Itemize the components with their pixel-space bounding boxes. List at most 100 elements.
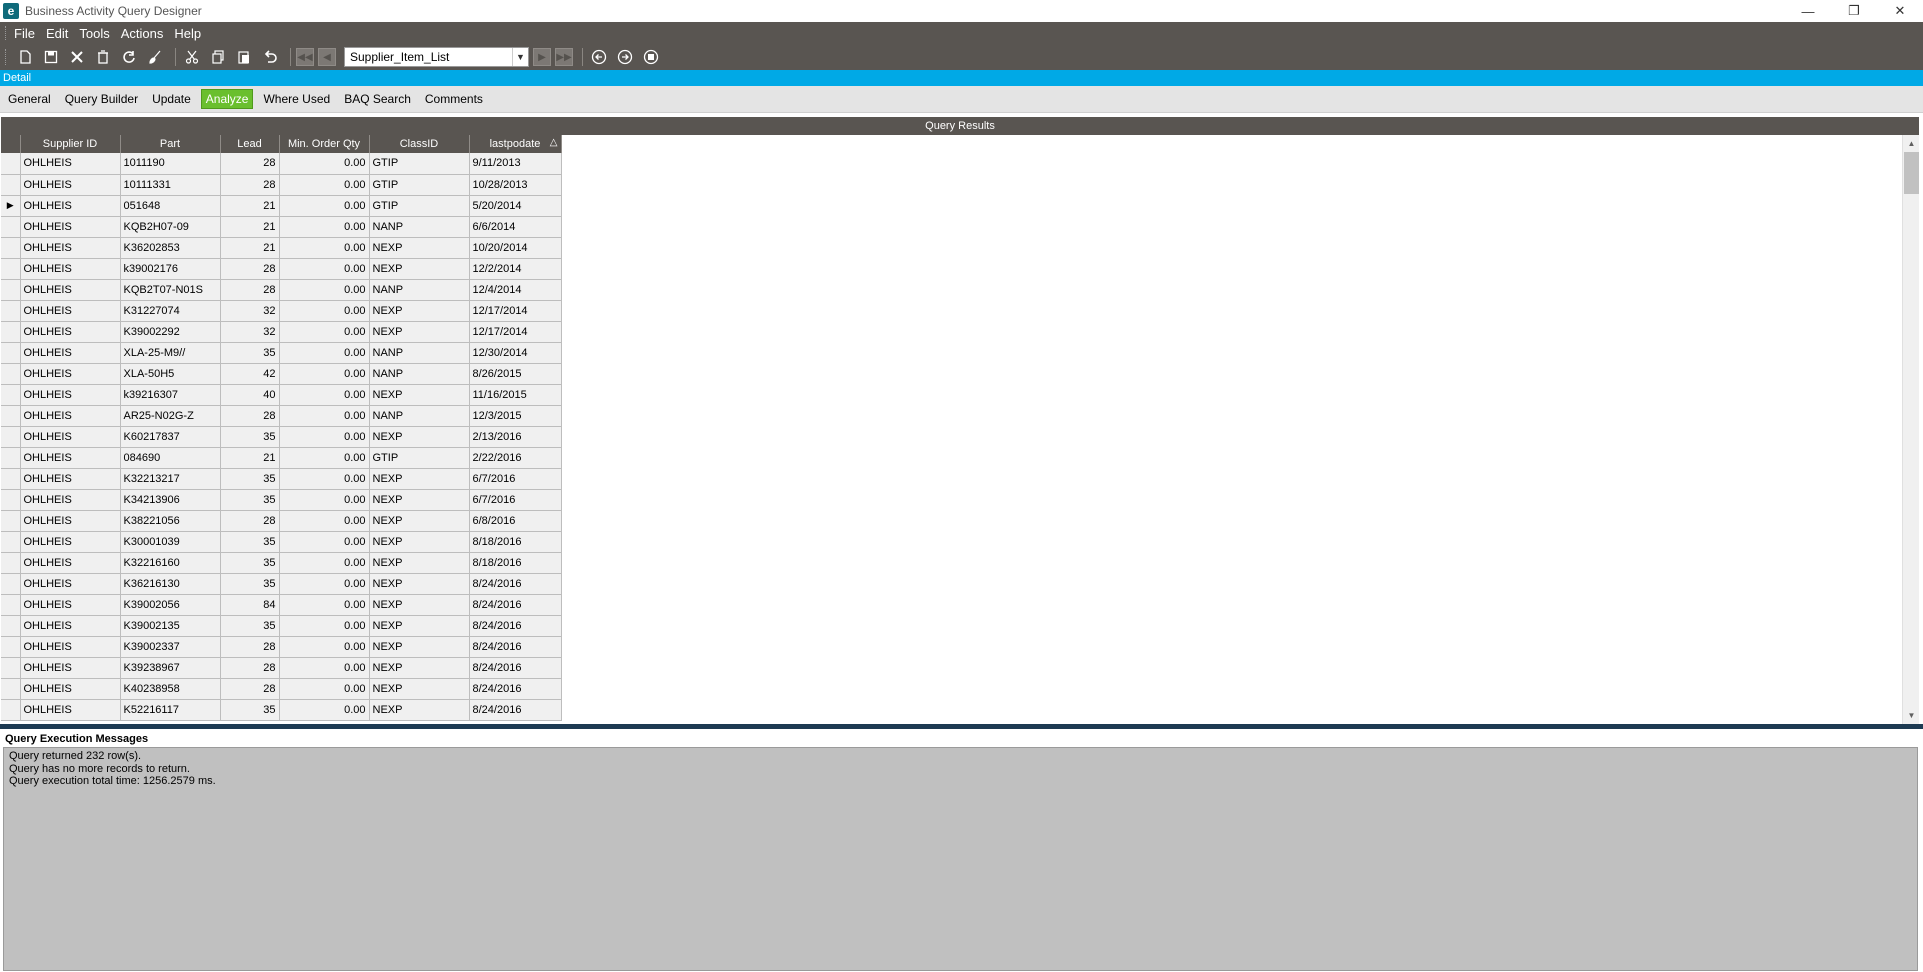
cell-lead[interactable]: 35 xyxy=(220,615,280,637)
cell-supplier-id[interactable]: OHLHEIS xyxy=(20,279,121,301)
cell-supplier-id[interactable]: OHLHEIS xyxy=(20,594,121,616)
cell-supplier-id[interactable]: OHLHEIS xyxy=(20,510,121,532)
table-row[interactable]: OHLHEIS KQB2T07-N01S 28 0.00 NANP 12/4/2014 xyxy=(1,279,562,301)
scroll-up-icon[interactable]: ▲ xyxy=(1903,135,1919,152)
cell-part[interactable]: K38221056 xyxy=(120,510,221,532)
cell-supplier-id[interactable]: OHLHEIS xyxy=(20,489,121,511)
column-header-min-order-qty[interactable]: Min. Order Qty xyxy=(279,135,370,153)
cell-part[interactable]: KQB2H07-09 xyxy=(120,216,221,238)
cell-min-order-qty[interactable]: 0.00 xyxy=(279,279,370,301)
cell-lead[interactable]: 32 xyxy=(220,321,280,343)
cell-lastpodate[interactable]: 6/7/2016 xyxy=(469,489,562,511)
table-row[interactable]: OHLHEIS KQB2H07-09 21 0.00 NANP 6/6/2014 xyxy=(1,216,562,238)
cell-lastpodate[interactable]: 6/8/2016 xyxy=(469,510,562,532)
cell-lastpodate[interactable]: 12/17/2014 xyxy=(469,321,562,343)
cell-lastpodate[interactable]: 12/17/2014 xyxy=(469,300,562,322)
cell-lead[interactable]: 35 xyxy=(220,489,280,511)
cell-min-order-qty[interactable]: 0.00 xyxy=(279,237,370,259)
cell-supplier-id[interactable]: OHLHEIS xyxy=(20,363,121,385)
table-row[interactable]: OHLHEIS K32216160 35 0.00 NEXP 8/18/2016 xyxy=(1,552,562,574)
table-row[interactable]: OHLHEIS XLA-25-M9//35 0.00 NANP 12/30/2014 xyxy=(1,342,562,364)
cell-part[interactable]: K36216130 xyxy=(120,573,221,595)
cell-part[interactable]: K60217837 xyxy=(120,426,221,448)
back-arrow-icon[interactable] xyxy=(588,46,610,68)
cell-lastpodate[interactable]: 12/2/2014 xyxy=(469,258,562,280)
cell-class-id[interactable]: NEXP xyxy=(369,636,470,658)
cell-lead[interactable]: 28 xyxy=(220,279,280,301)
cell-supplier-id[interactable]: OHLHEIS xyxy=(20,552,121,574)
table-row[interactable]: OHLHEIS 10111331 28 0.00 GTIP 10/28/2013 xyxy=(1,174,562,196)
cell-part[interactable]: XLA-25-M9// xyxy=(120,342,221,364)
row-selector[interactable] xyxy=(1,510,21,532)
cell-lead[interactable]: 28 xyxy=(220,678,280,700)
cell-class-id[interactable]: NEXP xyxy=(369,615,470,637)
row-selector[interactable] xyxy=(1,363,21,385)
cell-lead[interactable]: 35 xyxy=(220,552,280,574)
cell-lastpodate[interactable]: 8/24/2016 xyxy=(469,573,562,595)
cell-supplier-id[interactable]: OHLHEIS xyxy=(20,699,121,721)
cell-supplier-id[interactable]: OHLHEIS xyxy=(20,195,121,217)
cell-part[interactable]: K32216160 xyxy=(120,552,221,574)
clear-icon[interactable] xyxy=(92,46,114,68)
cell-lead[interactable]: 21 xyxy=(220,237,280,259)
scrollbar-thumb[interactable] xyxy=(1904,152,1919,194)
cell-supplier-id[interactable]: OHLHEIS xyxy=(20,426,121,448)
column-header-lead[interactable]: Lead xyxy=(220,135,280,153)
cell-lastpodate[interactable]: 12/3/2015 xyxy=(469,405,562,427)
cell-part[interactable]: 1011190 xyxy=(120,153,221,175)
cell-class-id[interactable]: NEXP xyxy=(369,594,470,616)
cell-class-id[interactable]: NANP xyxy=(369,405,470,427)
cell-part[interactable]: K39002292 xyxy=(120,321,221,343)
cell-min-order-qty[interactable]: 0.00 xyxy=(279,384,370,406)
row-selector[interactable] xyxy=(1,300,21,322)
cell-part[interactable]: K32213217 xyxy=(120,468,221,490)
row-selector[interactable] xyxy=(1,237,21,259)
cell-lastpodate[interactable]: 12/4/2014 xyxy=(469,279,562,301)
cell-lead[interactable]: 21 xyxy=(220,447,280,469)
cell-min-order-qty[interactable]: 0.00 xyxy=(279,468,370,490)
cell-class-id[interactable]: NANP xyxy=(369,363,470,385)
cell-min-order-qty[interactable]: 0.00 xyxy=(279,699,370,721)
cell-min-order-qty[interactable]: 0.00 xyxy=(279,195,370,217)
cell-part[interactable]: K52216117 xyxy=(120,699,221,721)
menu-actions[interactable]: Actions xyxy=(121,26,164,41)
cell-min-order-qty[interactable]: 0.00 xyxy=(279,510,370,532)
save-icon[interactable] xyxy=(40,46,62,68)
row-selector[interactable] xyxy=(1,531,21,553)
row-selector[interactable] xyxy=(1,153,21,175)
cell-lead[interactable]: 40 xyxy=(220,384,280,406)
cell-class-id[interactable]: NEXP xyxy=(369,258,470,280)
cell-lead[interactable]: 28 xyxy=(220,636,280,658)
cell-min-order-qty[interactable]: 0.00 xyxy=(279,405,370,427)
cell-lead[interactable]: 35 xyxy=(220,426,280,448)
cell-supplier-id[interactable]: OHLHEIS xyxy=(20,468,121,490)
cell-part[interactable]: K39002056 xyxy=(120,594,221,616)
table-row[interactable]: OHLHEIS K60217837 35 0.00 NEXP 2/13/2016 xyxy=(1,426,562,448)
cell-min-order-qty[interactable]: 0.00 xyxy=(279,153,370,175)
cell-min-order-qty[interactable]: 0.00 xyxy=(279,300,370,322)
cell-class-id[interactable]: GTIP xyxy=(369,447,470,469)
cell-lastpodate[interactable]: 6/7/2016 xyxy=(469,468,562,490)
table-row[interactable]: OHLHEIS k39216307 40 0.00 NEXP 11/16/2015 xyxy=(1,384,562,406)
cell-lead[interactable]: 84 xyxy=(220,594,280,616)
table-row[interactable]: OHLHEIS K39238967 28 0.00 NEXP 8/24/2016 xyxy=(1,657,562,679)
cell-part[interactable]: K39002135 xyxy=(120,615,221,637)
cell-lead[interactable]: 35 xyxy=(220,573,280,595)
table-row[interactable]: OHLHEIS k39002176 28 0.00 NEXP 12/2/2014 xyxy=(1,258,562,280)
cell-min-order-qty[interactable]: 0.00 xyxy=(279,615,370,637)
row-selector[interactable] xyxy=(1,468,21,490)
table-row[interactable]: OHLHEIS K38221056 28 0.00 NEXP 6/8/2016 xyxy=(1,510,562,532)
cell-min-order-qty[interactable]: 0.00 xyxy=(279,447,370,469)
cell-part[interactable]: K39238967 xyxy=(120,657,221,679)
cell-supplier-id[interactable]: OHLHEIS xyxy=(20,636,121,658)
row-selector[interactable] xyxy=(1,384,21,406)
restore-button[interactable]: ❐ xyxy=(1831,0,1877,22)
cell-supplier-id[interactable]: OHLHEIS xyxy=(20,405,121,427)
cell-lastpodate[interactable]: 8/24/2016 xyxy=(469,594,562,616)
table-row[interactable]: OHLHEIS 084690 21 0.00 GTIP 2/22/2016 xyxy=(1,447,562,469)
cell-min-order-qty[interactable]: 0.00 xyxy=(279,678,370,700)
column-header-lastpodate[interactable]: lastpodate △ xyxy=(469,135,562,153)
cell-part[interactable]: K36202853 xyxy=(120,237,221,259)
cell-class-id[interactable]: GTIP xyxy=(369,153,470,175)
row-selector[interactable] xyxy=(1,258,21,280)
